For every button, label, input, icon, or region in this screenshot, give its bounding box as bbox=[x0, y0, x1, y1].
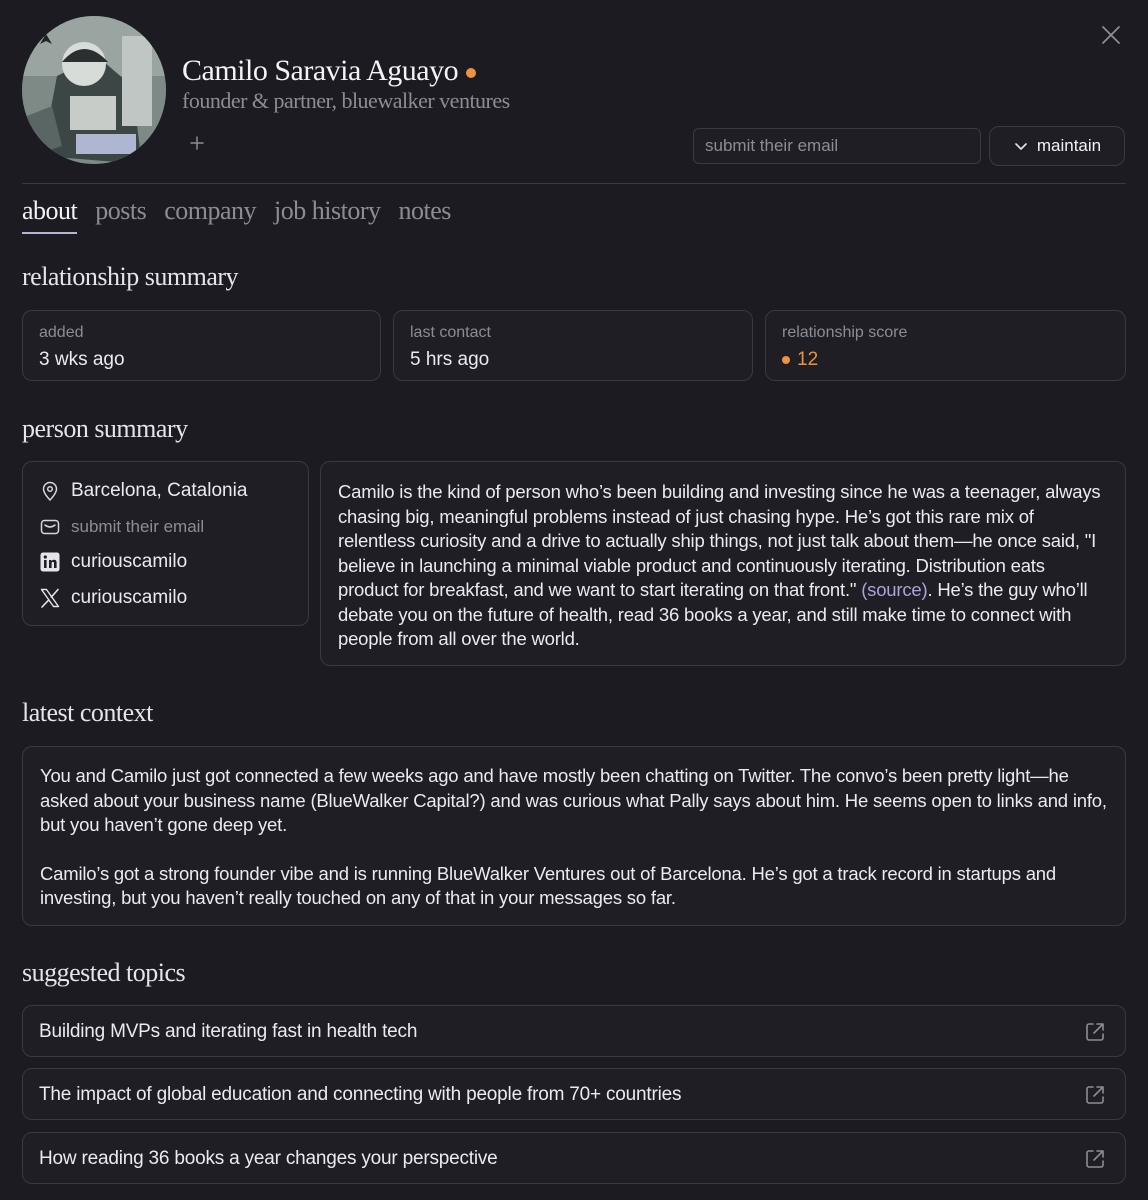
tab-bar: about posts company job history notes bbox=[22, 196, 451, 234]
bio-text: Camilo is the kind of person who’s been … bbox=[338, 480, 1109, 652]
tab-job-history[interactable]: job history bbox=[274, 196, 381, 234]
add-button[interactable] bbox=[186, 132, 208, 154]
linkedin-handle: curiouscamilo bbox=[71, 551, 188, 572]
x-icon bbox=[39, 587, 61, 609]
last-contact-card: last contact 5 hrs ago bbox=[393, 310, 753, 381]
email-input[interactable] bbox=[693, 128, 981, 164]
topic-label: The impact of global education and conne… bbox=[39, 1084, 682, 1105]
score-number: 12 bbox=[797, 349, 819, 370]
topic-item[interactable]: How reading 36 books a year changes your… bbox=[22, 1132, 1126, 1184]
contact-info-card: Barcelona, Catalonia submit their email … bbox=[22, 461, 309, 626]
status-dot bbox=[466, 68, 477, 78]
topic-label: Building MVPs and iterating fast in heal… bbox=[39, 1021, 418, 1042]
x-handle: curiouscamilo bbox=[71, 587, 188, 608]
linkedin-icon bbox=[39, 551, 61, 573]
added-label: added bbox=[39, 324, 84, 341]
linkedin-row[interactable]: curiouscamilo bbox=[39, 551, 187, 573]
tab-posts[interactable]: posts bbox=[95, 196, 146, 234]
location-text: Barcelona, Catalonia bbox=[71, 480, 248, 501]
profile-subtitle: founder & partner, bluewalker ventures bbox=[182, 88, 510, 113]
latest-context-heading: latest context bbox=[22, 698, 153, 727]
last-contact-value: 5 hrs ago bbox=[410, 349, 489, 371]
location-pin-icon bbox=[39, 480, 61, 502]
score-dot bbox=[782, 356, 790, 364]
topic-item[interactable]: The impact of global education and conne… bbox=[22, 1068, 1126, 1120]
name-row: Camilo Saravia Aguayo bbox=[182, 54, 477, 88]
person-summary-heading: person summary bbox=[22, 414, 188, 443]
email-prompt-row[interactable]: submit their email bbox=[39, 516, 204, 538]
latest-context-card: You and Camilo just got connected a few … bbox=[22, 746, 1126, 926]
header-divider bbox=[22, 183, 1126, 184]
external-link-icon[interactable] bbox=[1083, 1083, 1107, 1107]
plus-icon bbox=[190, 136, 204, 150]
profile-header: Camilo Saravia Aguayo founder & partner,… bbox=[22, 16, 1126, 166]
relationship-score-label: relationship score bbox=[782, 324, 908, 341]
last-contact-value-text: 5 hrs ago bbox=[410, 349, 490, 370]
external-link-icon[interactable] bbox=[1083, 1147, 1107, 1171]
last-contact-label: last contact bbox=[410, 324, 491, 341]
mail-icon bbox=[39, 516, 61, 538]
relationship-score-value: 12 bbox=[782, 349, 818, 371]
topic-item[interactable]: Building MVPs and iterating fast in heal… bbox=[22, 1005, 1126, 1057]
profile-name: Camilo Saravia Aguayo bbox=[182, 54, 459, 87]
maintain-label: maintain bbox=[1036, 136, 1102, 155]
external-link-icon[interactable] bbox=[1083, 1020, 1107, 1044]
maintain-dropdown-button[interactable]: maintain bbox=[989, 126, 1125, 166]
chevron-down-icon bbox=[1015, 143, 1027, 150]
suggested-topics-heading: suggested topics bbox=[22, 958, 186, 987]
tab-notes[interactable]: notes bbox=[399, 196, 452, 234]
x-row[interactable]: curiouscamilo bbox=[39, 587, 187, 609]
tab-about[interactable]: about bbox=[22, 196, 78, 234]
topic-label: How reading 36 books a year changes your… bbox=[39, 1148, 498, 1169]
source-link[interactable]: (source) bbox=[861, 579, 927, 600]
relationship-summary-heading: relationship summary bbox=[22, 262, 239, 291]
added-value: 3 wks ago bbox=[39, 349, 125, 371]
relationship-score-card: relationship score 12 bbox=[765, 310, 1126, 381]
context-paragraph-2: Camilo’s got a strong founder vibe and i… bbox=[40, 862, 1056, 909]
email-prompt-text: submit their email bbox=[71, 517, 205, 536]
bio-card: Camilo is the kind of person who’s been … bbox=[320, 461, 1126, 666]
added-value-text: 3 wks ago bbox=[39, 349, 125, 370]
added-card: added 3 wks ago bbox=[22, 310, 381, 381]
tab-company[interactable]: company bbox=[164, 196, 256, 234]
location-row: Barcelona, Catalonia bbox=[39, 480, 247, 502]
avatar bbox=[22, 16, 166, 164]
context-paragraph-1: You and Camilo just got connected a few … bbox=[40, 765, 1107, 835]
